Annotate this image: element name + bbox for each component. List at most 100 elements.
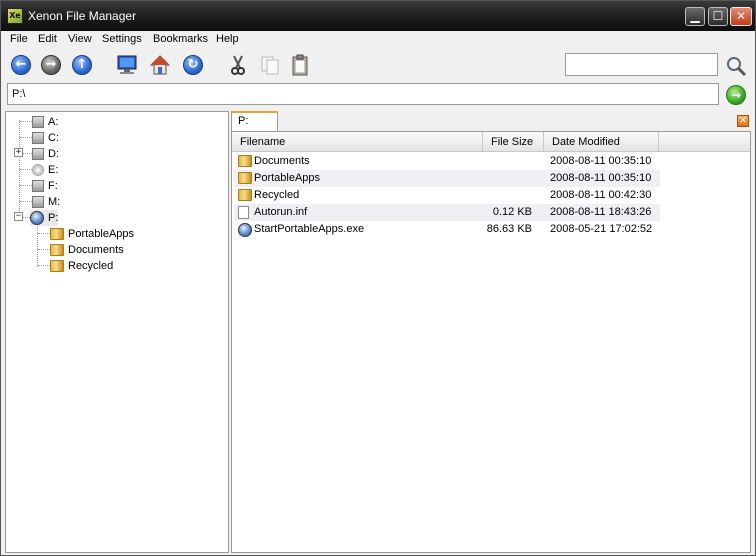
file-name: Recycled bbox=[254, 189, 300, 201]
folder-icon bbox=[50, 228, 64, 240]
list-item[interactable]: Documents 2008-08-11 00:35:10 bbox=[234, 153, 660, 170]
maximize-button[interactable]: ☐ bbox=[708, 7, 728, 26]
tab-drive-p[interactable]: P: bbox=[231, 111, 278, 131]
tree-item-drive-p[interactable]: P: bbox=[30, 210, 59, 226]
file-size: 0.12 KB bbox=[492, 206, 532, 218]
forward-button[interactable]: → bbox=[39, 53, 63, 77]
arrow-right-icon: → bbox=[41, 55, 61, 75]
tree-item-label: P: bbox=[48, 212, 59, 224]
refresh-icon: ↻ bbox=[183, 55, 203, 75]
computer-button[interactable] bbox=[115, 53, 139, 77]
up-button[interactable]: ↑ bbox=[70, 53, 94, 77]
tree-item-documents[interactable]: Documents bbox=[50, 242, 124, 258]
home-button[interactable] bbox=[148, 53, 172, 77]
file-date: 2008-08-11 00:35:10 bbox=[550, 155, 652, 167]
list-item[interactable]: PortableApps 2008-08-11 00:35:10 bbox=[234, 170, 660, 187]
tree-item-label: PortableApps bbox=[68, 228, 135, 240]
document-icon bbox=[238, 206, 249, 219]
menu-bar: File Edit View Settings Bookmarks Help bbox=[1, 31, 755, 49]
file-list: Filename File Size Date Modified Documen… bbox=[231, 131, 751, 553]
home-icon bbox=[149, 55, 171, 75]
folder-icon bbox=[238, 189, 252, 201]
tree-item-label: Recycled bbox=[68, 260, 114, 272]
menu-settings[interactable]: Settings bbox=[102, 33, 142, 45]
cd-drive-icon bbox=[32, 164, 44, 176]
file-date: 2008-05-21 17:02:52 bbox=[550, 223, 653, 235]
close-button[interactable]: ✕ bbox=[730, 7, 752, 26]
menu-help[interactable]: Help bbox=[216, 33, 239, 45]
back-button[interactable]: ← bbox=[9, 53, 33, 77]
list-item[interactable]: Recycled 2008-08-11 00:42:30 bbox=[234, 187, 660, 204]
file-name: Autorun.inf bbox=[254, 206, 308, 218]
tree-item-label: E: bbox=[48, 164, 59, 176]
file-name: Documents bbox=[254, 155, 310, 167]
list-header: Filename File Size Date Modified bbox=[232, 132, 750, 152]
tree-item-label: Documents bbox=[68, 244, 124, 256]
app-logo-icon: Xe bbox=[7, 8, 23, 24]
clipboard-icon bbox=[292, 54, 308, 76]
tree-item-drive-c[interactable]: C: bbox=[32, 130, 59, 146]
list-item[interactable]: Autorun.inf 0.12 KB 2008-08-11 18:43:26 bbox=[234, 204, 660, 221]
folder-icon bbox=[238, 155, 252, 167]
file-date: 2008-08-11 00:42:30 bbox=[550, 189, 652, 201]
tree-item-recycled[interactable]: Recycled bbox=[50, 258, 113, 274]
folder-icon bbox=[50, 260, 64, 272]
address-bar[interactable]: P:\ bbox=[7, 83, 719, 105]
paste-button[interactable] bbox=[288, 53, 312, 77]
drive-icon bbox=[32, 196, 44, 208]
collapse-toggle[interactable]: − bbox=[14, 212, 23, 221]
tree-item-drive-d[interactable]: D: bbox=[32, 146, 59, 162]
column-filename[interactable]: Filename bbox=[232, 132, 483, 152]
search-button[interactable] bbox=[725, 55, 747, 77]
drive-icon bbox=[32, 180, 44, 192]
folder-icon bbox=[238, 172, 252, 184]
folder-icon bbox=[50, 244, 64, 256]
tree-item-drive-m[interactable]: M: bbox=[32, 194, 60, 210]
menu-bookmarks[interactable]: Bookmarks bbox=[153, 33, 208, 45]
magnifier-icon bbox=[727, 57, 747, 77]
go-arrow-icon[interactable]: → bbox=[726, 85, 746, 105]
drive-icon bbox=[32, 132, 44, 144]
app-window: Xe Xenon File Manager ▁ ☐ ✕ File Edit Vi… bbox=[0, 0, 756, 556]
list-item[interactable]: StartPortableApps.exe 86.63 KB 2008-05-2… bbox=[234, 221, 660, 238]
close-tab-icon[interactable]: ✕ bbox=[737, 115, 749, 127]
menu-file[interactable]: File bbox=[10, 33, 28, 45]
tree-item-drive-a[interactable]: A: bbox=[32, 114, 58, 130]
tree-item-drive-e[interactable]: E: bbox=[32, 162, 58, 178]
toolbar: ← → ↑ ↻ bbox=[1, 49, 755, 83]
portableapps-drive-icon bbox=[30, 211, 44, 225]
drive-icon bbox=[32, 116, 44, 128]
column-file-size[interactable]: File Size bbox=[483, 132, 544, 152]
file-name: PortableApps bbox=[254, 172, 321, 184]
menu-edit[interactable]: Edit bbox=[38, 33, 57, 45]
column-date-modified[interactable]: Date Modified bbox=[544, 132, 659, 152]
file-size: 86.63 KB bbox=[486, 223, 532, 235]
arrow-left-icon: ← bbox=[11, 55, 31, 75]
expand-toggle[interactable]: + bbox=[14, 148, 23, 157]
file-pane: P: ✕ Filename File Size Date Modified Do… bbox=[231, 111, 751, 553]
tree-item-label: C: bbox=[48, 132, 59, 144]
monitor-icon bbox=[117, 55, 137, 74]
copy-button[interactable] bbox=[258, 53, 282, 77]
copy-icon bbox=[261, 56, 279, 75]
executable-icon bbox=[238, 223, 252, 237]
tree-item-portableapps[interactable]: PortableApps bbox=[50, 226, 134, 242]
folder-tree: A: C: + D: E: F: M: − P: PortableApps Do… bbox=[5, 111, 229, 553]
menu-view[interactable]: View bbox=[68, 33, 92, 45]
drive-icon bbox=[32, 148, 44, 160]
minimize-button[interactable]: ▁ bbox=[685, 7, 705, 26]
window-title: Xenon File Manager bbox=[28, 9, 137, 23]
file-date: 2008-08-11 00:35:10 bbox=[550, 172, 652, 184]
scissors-icon bbox=[231, 55, 245, 75]
tree-item-label: M: bbox=[48, 196, 61, 208]
file-name: StartPortableApps.exe bbox=[254, 223, 365, 235]
tree-item-label: D: bbox=[48, 148, 59, 160]
title-bar[interactable]: Xe Xenon File Manager ▁ ☐ ✕ bbox=[1, 1, 755, 31]
file-date: 2008-08-11 18:43:26 bbox=[550, 206, 652, 218]
tree-item-drive-f[interactable]: F: bbox=[32, 178, 58, 194]
cut-button[interactable] bbox=[226, 53, 250, 77]
tree-item-label: A: bbox=[48, 116, 59, 128]
search-input[interactable] bbox=[565, 53, 718, 76]
refresh-button[interactable]: ↻ bbox=[181, 53, 205, 77]
arrow-up-icon: ↑ bbox=[72, 55, 92, 75]
